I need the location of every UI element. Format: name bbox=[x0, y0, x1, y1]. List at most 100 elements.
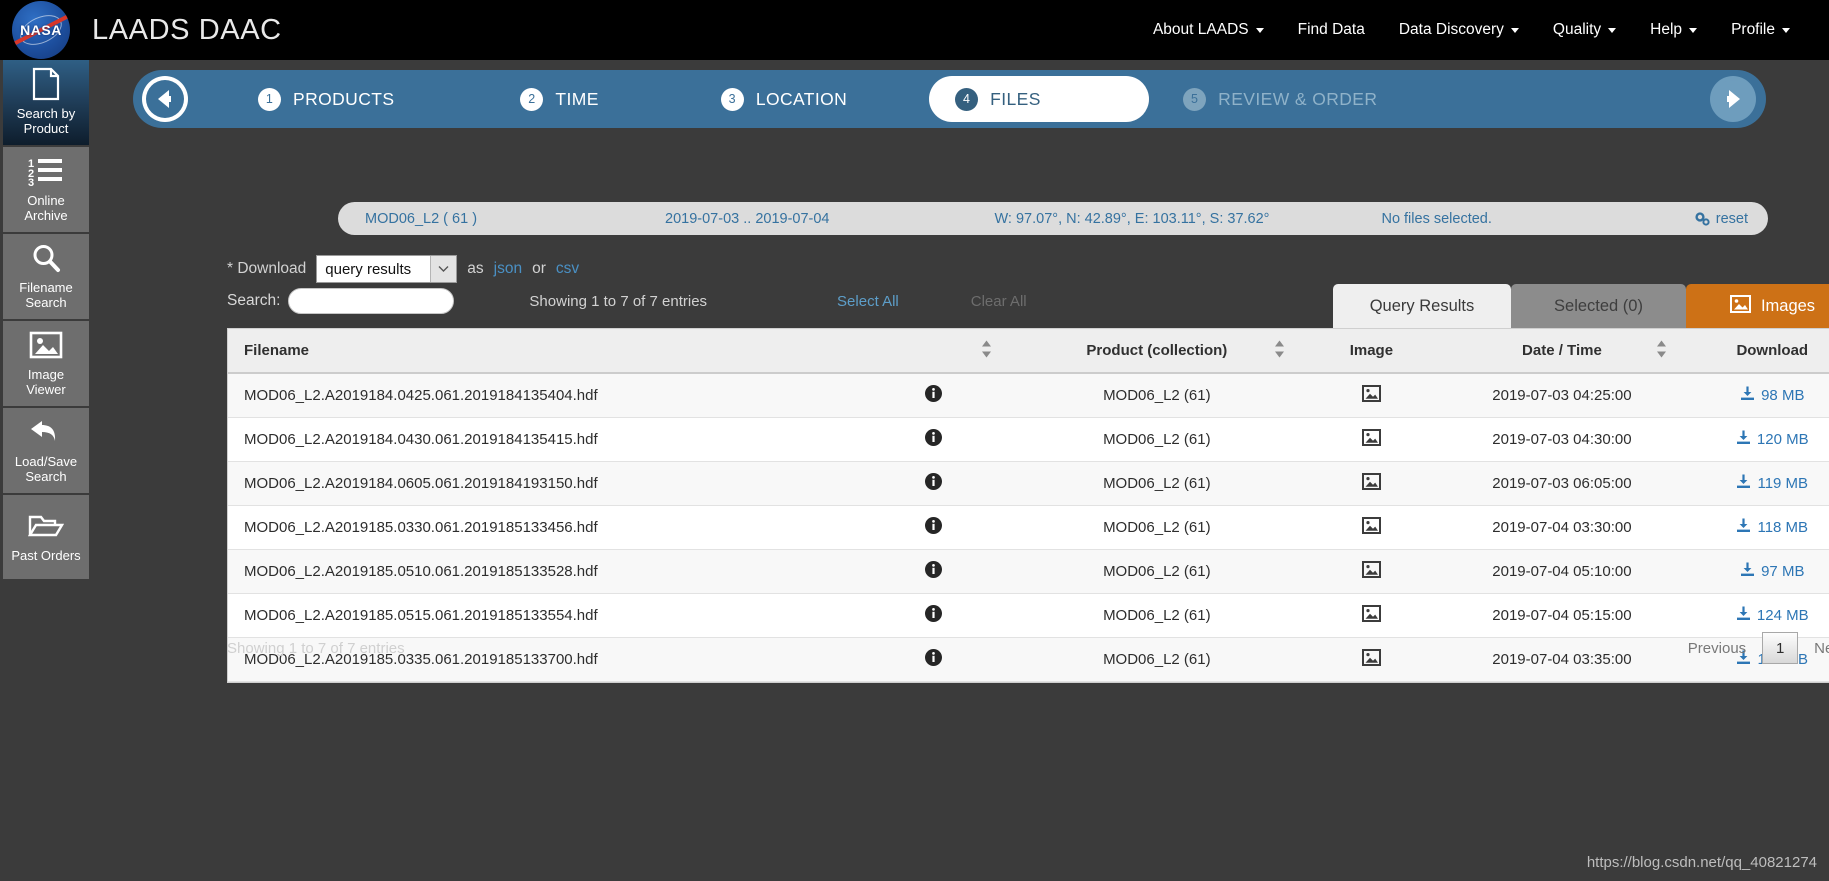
watermark-text: https://blog.csdn.net/qq_40821274 bbox=[1586, 854, 1817, 871]
reset-label: reset bbox=[1715, 210, 1748, 227]
nav-item-help[interactable]: Help bbox=[1633, 11, 1714, 49]
step-number: 1 bbox=[258, 87, 281, 111]
select-all-link[interactable]: Select All bbox=[837, 293, 899, 310]
or-label: or bbox=[532, 260, 546, 277]
summary-location[interactable]: W: 97.07°, N: 42.89°, E: 103.11°, S: 37.… bbox=[995, 211, 1270, 227]
download-icon bbox=[1740, 562, 1755, 581]
sidebar-item-image-viewer[interactable]: Image Viewer bbox=[3, 321, 89, 406]
primary-navigation: About LAADS Find Data Data Discovery Qua… bbox=[1136, 11, 1829, 49]
pagination-previous[interactable]: Previous bbox=[1672, 640, 1762, 657]
cell-product: MOD06_L2 (61) bbox=[1010, 505, 1304, 550]
summary-time-range[interactable]: 2019-07-03 .. 2019-07-04 bbox=[665, 211, 829, 227]
stepper-next-button[interactable] bbox=[1710, 76, 1756, 122]
download-link[interactable]: 118 MB bbox=[1736, 518, 1808, 537]
pagination-next[interactable]: Next bbox=[1798, 640, 1829, 657]
sidebar-label-line2: Search bbox=[25, 469, 67, 484]
tab-query-results[interactable]: Query Results bbox=[1333, 284, 1511, 328]
summary-product[interactable]: MOD06_L2 ( 61 ) bbox=[365, 211, 477, 227]
step-time[interactable]: 2 TIME bbox=[494, 76, 624, 122]
download-scope-select[interactable]: query results bbox=[316, 255, 458, 283]
column-header-datetime[interactable]: Date / Time bbox=[1439, 329, 1685, 374]
image-icon[interactable] bbox=[1361, 429, 1381, 450]
column-header-product[interactable]: Product (collection) bbox=[1010, 329, 1304, 374]
image-icon[interactable] bbox=[1361, 385, 1381, 406]
download-json-link[interactable]: json bbox=[494, 260, 522, 278]
cell-filename[interactable]: MOD06_L2.A2019184.0425.061.2019184135404… bbox=[228, 373, 857, 418]
column-label: Download bbox=[1736, 342, 1809, 359]
download-link[interactable]: 97 MB bbox=[1740, 562, 1804, 581]
nav-item-quality[interactable]: Quality bbox=[1536, 11, 1633, 49]
image-icon[interactable] bbox=[1361, 517, 1381, 538]
nav-item-about-laads[interactable]: About LAADS bbox=[1136, 11, 1281, 49]
chevron-down-icon bbox=[1689, 27, 1698, 33]
download-icon bbox=[1740, 386, 1755, 405]
clear-all-link[interactable]: Clear All bbox=[971, 293, 1027, 310]
image-icon bbox=[1729, 294, 1751, 318]
sort-icon[interactable] bbox=[1656, 340, 1667, 361]
step-files[interactable]: 4 FILES bbox=[929, 76, 1150, 122]
column-label: Product (collection) bbox=[1086, 342, 1228, 359]
step-number: 4 bbox=[955, 87, 979, 111]
cell-download: 118 MB bbox=[1684, 505, 1829, 550]
cell-product: MOD06_L2 (61) bbox=[1010, 461, 1304, 506]
logo-wordmark: NASA bbox=[20, 22, 62, 38]
info-circle-icon[interactable] bbox=[924, 385, 942, 406]
sort-icon[interactable] bbox=[1274, 340, 1285, 361]
info-circle-icon[interactable] bbox=[924, 561, 942, 582]
table-row[interactable]: MOD06_L2.A2019184.0605.061.2019184193150… bbox=[228, 461, 1829, 506]
step-location[interactable]: 3 LOCATION bbox=[695, 76, 873, 122]
sidebar-item-search-by-product[interactable]: Search by Product bbox=[3, 60, 89, 145]
sidebar-item-online-archive[interactable]: 1 2 3 Online Archive bbox=[3, 147, 89, 232]
download-csv-link[interactable]: csv bbox=[556, 260, 579, 278]
info-circle-icon[interactable] bbox=[924, 473, 942, 494]
image-icon[interactable] bbox=[1361, 561, 1381, 582]
step-products[interactable]: 1 PRODUCTS bbox=[232, 76, 420, 122]
table-row[interactable]: MOD06_L2.A2019185.0330.061.2019185133456… bbox=[228, 505, 1829, 550]
table-row[interactable]: MOD06_L2.A2019184.0430.061.2019184135415… bbox=[228, 417, 1829, 462]
image-icon[interactable] bbox=[1361, 473, 1381, 494]
pagination-page-1[interactable]: 1 bbox=[1762, 632, 1799, 664]
download-link[interactable]: 124 MB bbox=[1736, 606, 1809, 625]
sidebar-item-load-save-search[interactable]: Load/Save Search bbox=[3, 408, 89, 493]
step-label: REVIEW & ORDER bbox=[1218, 88, 1378, 109]
download-link[interactable]: 119 MB bbox=[1736, 474, 1808, 493]
cell-filename[interactable]: MOD06_L2.A2019184.0605.061.2019184193150… bbox=[228, 461, 857, 506]
download-link[interactable]: 98 MB bbox=[1740, 386, 1804, 405]
cell-filename[interactable]: MOD06_L2.A2019185.0330.061.2019185133456… bbox=[228, 505, 857, 550]
nav-item-find-data[interactable]: Find Data bbox=[1281, 11, 1382, 49]
table-row[interactable]: MOD06_L2.A2019184.0425.061.2019184135404… bbox=[228, 373, 1829, 418]
summary-files-status: No files selected. bbox=[1381, 210, 1492, 227]
cell-download: 97 MB bbox=[1684, 549, 1829, 594]
image-icon[interactable] bbox=[1361, 605, 1381, 626]
download-size: 118 MB bbox=[1757, 519, 1809, 536]
cell-filename[interactable]: MOD06_L2.A2019184.0430.061.2019184135415… bbox=[228, 417, 857, 462]
sidebar-label-line2: Viewer bbox=[26, 382, 66, 397]
stepper-back-button[interactable] bbox=[142, 76, 188, 122]
showing-entries-bottom: Showing 1 to 7 of 7 entries bbox=[227, 639, 405, 657]
info-circle-icon[interactable] bbox=[924, 605, 942, 626]
cell-image bbox=[1303, 373, 1440, 418]
tab-images[interactable]: Images bbox=[1686, 284, 1829, 328]
column-header-filename[interactable]: Filename bbox=[228, 329, 857, 374]
sort-icon[interactable] bbox=[981, 340, 992, 361]
download-size: 120 MB bbox=[1756, 431, 1809, 448]
cell-filename[interactable]: MOD06_L2.A2019185.0510.061.2019185133528… bbox=[228, 549, 857, 594]
download-link[interactable]: 120 MB bbox=[1736, 430, 1809, 449]
step-review-and-order[interactable]: 5 REVIEW & ORDER bbox=[1157, 76, 1403, 122]
nav-item-data-discovery[interactable]: Data Discovery bbox=[1382, 11, 1536, 49]
sidebar-item-filename-search[interactable]: Filename Search bbox=[3, 234, 89, 319]
info-circle-icon[interactable] bbox=[924, 517, 942, 538]
column-label: Filename bbox=[244, 342, 310, 359]
nasa-logo-icon[interactable]: NASA bbox=[12, 1, 70, 59]
table-row[interactable]: MOD06_L2.A2019185.0510.061.2019185133528… bbox=[228, 549, 1829, 594]
table-head: Filename Product (collection) Image Date… bbox=[228, 329, 1829, 374]
info-circle-icon[interactable] bbox=[924, 429, 942, 450]
step-label: TIME bbox=[555, 88, 599, 109]
reset-button[interactable]: reset bbox=[1695, 211, 1748, 227]
tab-selected[interactable]: Selected (0) bbox=[1511, 284, 1686, 328]
nav-item-profile[interactable]: Profile bbox=[1714, 11, 1807, 49]
sidebar-item-past-orders[interactable]: Past Orders bbox=[3, 495, 89, 579]
results-tabs: Query Results Selected (0) Images bbox=[1333, 284, 1829, 328]
search-input[interactable] bbox=[288, 288, 455, 314]
chevron-down-icon[interactable] bbox=[430, 256, 457, 282]
